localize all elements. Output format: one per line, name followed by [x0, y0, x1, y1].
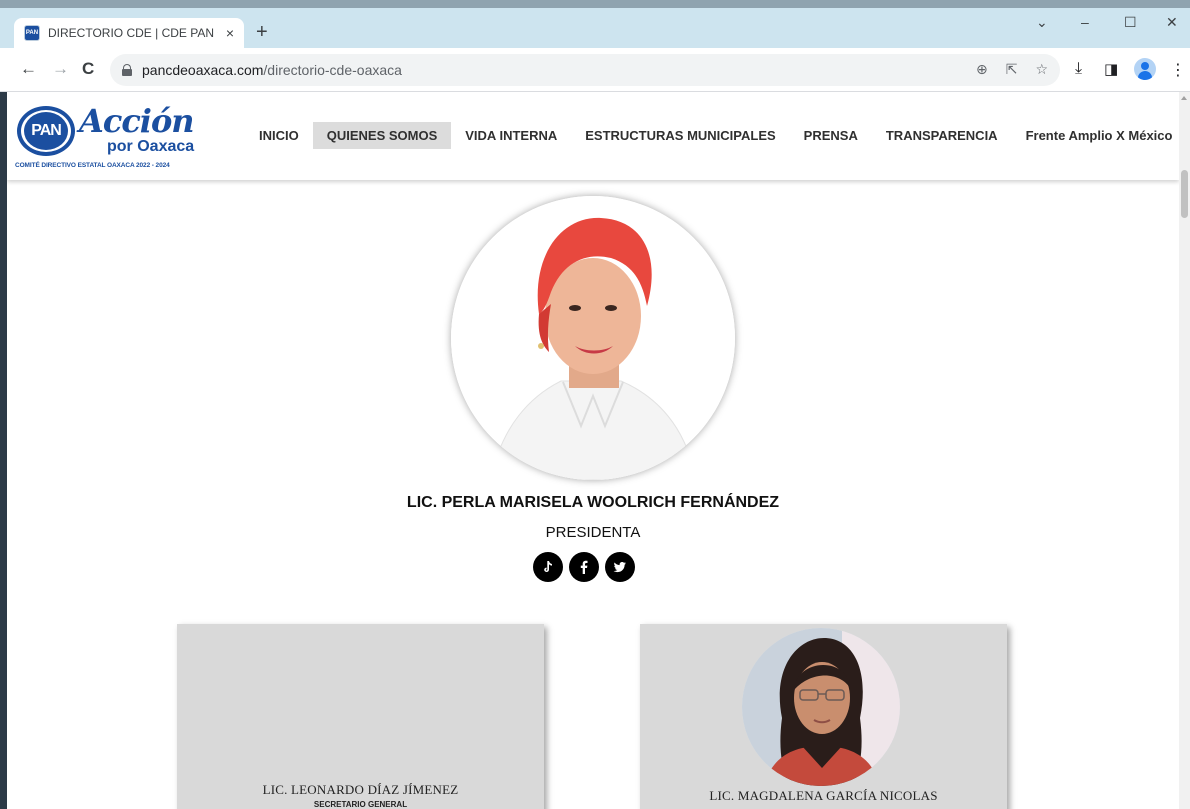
lock-icon[interactable] [122, 64, 132, 76]
download-icon[interactable]: ⤓ [1075, 60, 1082, 78]
forward-arrow-icon[interactable]: → [52, 60, 69, 78]
tab-title: DIRECTORIO CDE | CDE PAN OA [48, 26, 218, 40]
browser-toolbar: ← → C pancdeoaxaca.com/directorio-cde-oa… [0, 48, 1190, 92]
nav-prensa[interactable]: PRENSA [790, 122, 872, 149]
back-arrow-icon[interactable]: ← [20, 60, 37, 78]
president-name: LIC. PERLA MARISELA WOOLRICH FERNÁNDEZ [406, 494, 780, 511]
president-social-links [533, 552, 635, 582]
president-photo [451, 196, 735, 480]
pan-logo-icon: PAN [17, 106, 75, 156]
member-role: SECRETARIO GENERAL [313, 800, 408, 809]
nav-frente-amplio[interactable]: Frente Amplio X México [1012, 122, 1179, 149]
web-page: PAN Acción por Oaxaca COMITÉ DIRECTIVO E… [7, 92, 1179, 809]
member-card-secretario: LIC. LEONARDO DÍAZ JÍMENEZ SECRETARIO GE… [177, 624, 544, 809]
address-bar[interactable]: pancdeoaxaca.com/directorio-cde-oaxaca ⊕… [110, 54, 1060, 86]
profile-icon[interactable] [1134, 58, 1156, 80]
logo-accion-text: Acción [79, 102, 195, 140]
url-path: /directorio-cde-oaxaca [263, 62, 402, 78]
background-window-strip [0, 0, 1190, 8]
main-navigation: INICIO QUIENES SOMOS VIDA INTERNA ESTRUC… [245, 122, 1179, 149]
zoom-icon[interactable]: ⊕ [976, 61, 988, 78]
page-scrollbar[interactable] [1179, 92, 1190, 809]
member-card-magdalena: LIC. MAGDALENA GARCÍA NICOLAS [640, 624, 1007, 809]
new-tab-button[interactable]: + [256, 22, 268, 42]
member-name: LIC. LEONARDO DÍAZ JÍMENEZ [262, 782, 459, 797]
tiktok-icon[interactable] [533, 552, 563, 582]
side-panel-icon[interactable]: ◨ [1104, 60, 1118, 78]
url-host: pancdeoaxaca.com [142, 62, 264, 78]
logo-oaxaca-text: por Oaxaca [107, 138, 195, 155]
minimize-icon[interactable]: – [1081, 14, 1089, 30]
close-window-icon[interactable]: ✕ [1166, 14, 1178, 31]
member-name: LIC. MAGDALENA GARCÍA NICOLAS [709, 788, 938, 803]
nav-vida-interna[interactable]: VIDA INTERNA [451, 122, 571, 149]
site-favicon-icon: PAN [24, 25, 40, 41]
facebook-icon[interactable] [569, 552, 599, 582]
scroll-thumb[interactable] [1181, 170, 1188, 218]
twitter-icon[interactable] [605, 552, 635, 582]
nav-estructuras-municipales[interactable]: ESTRUCTURAS MUNICIPALES [571, 122, 789, 149]
president-role: PRESIDENTA [545, 524, 641, 541]
site-header: PAN Acción por Oaxaca COMITÉ DIRECTIVO E… [7, 92, 1179, 180]
site-logo[interactable]: PAN Acción por Oaxaca COMITÉ DIRECTIVO E… [15, 102, 195, 172]
maximize-icon[interactable]: ☐ [1124, 14, 1137, 31]
reload-icon[interactable]: C [82, 60, 94, 78]
star-icon[interactable]: ☆ [1035, 61, 1048, 78]
tab-close-icon[interactable]: × [226, 25, 234, 41]
nav-quienes-somos[interactable]: QUIENES SOMOS [312, 122, 452, 149]
nav-inicio[interactable]: INICIO [245, 122, 313, 149]
browser-titlebar: PAN DIRECTORIO CDE | CDE PAN OA × + ⌄ – … [0, 0, 1190, 48]
browser-tab[interactable]: PAN DIRECTORIO CDE | CDE PAN OA × [14, 18, 244, 48]
tab-search-icon[interactable]: ⌄ [1036, 14, 1048, 31]
member-photo [742, 628, 900, 786]
nav-transparencia[interactable]: TRANSPARENCIA [872, 122, 1012, 149]
logo-comite-text: COMITÉ DIRECTIVO ESTATAL OAXACA 2022 - 2… [15, 162, 170, 169]
menu-dots-icon[interactable]: ⋮ [1170, 60, 1186, 80]
share-icon[interactable]: ⇱ [1006, 61, 1018, 78]
scroll-up-icon[interactable] [1181, 96, 1187, 100]
desktop-edge [0, 92, 7, 809]
